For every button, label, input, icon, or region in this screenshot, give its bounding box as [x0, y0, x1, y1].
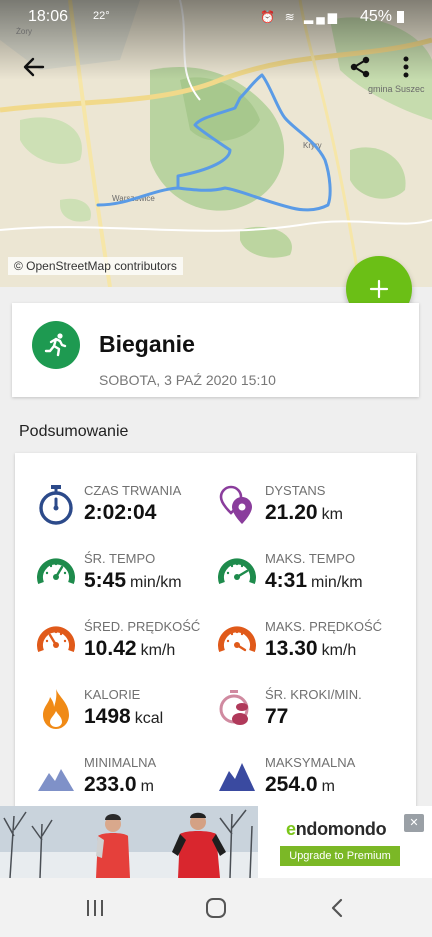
more-vertical-icon	[403, 56, 409, 78]
summary-title: Podsumowanie	[19, 423, 129, 440]
stat-value: 10.42 km/h	[84, 637, 176, 660]
screen: Żory gmina Suszec Kryry Warszowice 18:06…	[0, 0, 432, 937]
ad-runners-image	[0, 806, 258, 878]
nav-back-button[interactable]	[322, 895, 352, 921]
max-speed-gauge-icon	[218, 626, 256, 653]
stat-label: ŚRED. PRĘDKOŚĆ	[84, 619, 201, 634]
stat-value: 21.20 km	[265, 501, 343, 524]
ad-brand-panel: endomondo Upgrade to Premium ✕	[258, 806, 432, 878]
min-altitude-icon	[38, 769, 74, 791]
stat-value: 5:45 min/km	[84, 569, 182, 592]
plus-icon	[369, 279, 389, 299]
upgrade-premium-button[interactable]: Upgrade to Premium	[280, 846, 400, 866]
status-time: 18:06	[28, 8, 69, 25]
status-battery: 45%	[359, 8, 392, 25]
steps-icon	[219, 690, 249, 725]
stat-label: MAKSYMALNA	[265, 755, 356, 770]
stat-max-pace: MAKS. TEMPO 4:31 min/km	[218, 551, 416, 611]
max-altitude-icon	[219, 763, 255, 791]
chevron-left-icon	[331, 898, 343, 918]
stat-value: 77	[265, 705, 289, 728]
share-icon	[350, 56, 370, 78]
stat-max-altitude: MAKSYMALNA 254.0 m	[218, 755, 416, 813]
battery-icon	[397, 11, 404, 23]
stat-cadence: ŚR. KROKI/MIN. 77	[218, 687, 416, 747]
stat-label: ŚR. TEMPO	[84, 551, 156, 566]
activity-card: Bieganie SOBOTA, 3 PAŹ 2020 15:10	[12, 303, 419, 397]
sport-badge	[32, 321, 80, 369]
system-nav-bar	[0, 878, 432, 937]
recent-apps-button[interactable]	[80, 895, 110, 921]
ad-banner[interactable]: endomondo Upgrade to Premium ✕	[0, 806, 432, 878]
home-button[interactable]	[201, 895, 231, 921]
share-button[interactable]	[345, 52, 375, 82]
activity-datetime: SOBOTA, 3 PAŹ 2020 15:10	[99, 372, 276, 388]
route-map[interactable]: Żory gmina Suszec Kryry Warszowice 18:06…	[0, 0, 432, 287]
status-bar: 18:06 22° ⏰ ≋ ▂▄▆ 45%	[0, 0, 432, 34]
max-pace-gauge-icon	[218, 558, 256, 585]
map-background: Żory gmina Suszec Kryry Warszowice	[0, 0, 432, 287]
stat-avg-pace: ŚR. TEMPO 5:45 min/km	[37, 551, 237, 611]
sport-name: Bieganie	[99, 331, 195, 357]
status-temperature: 22°	[93, 10, 110, 22]
stat-label: MINIMALNA	[84, 755, 157, 770]
stat-value: 254.0 m	[265, 773, 335, 796]
stat-distance: DYSTANS 21.20 km	[218, 483, 416, 543]
back-button[interactable]	[19, 52, 49, 82]
stat-avg-speed: ŚRED. PRĘDKOŚĆ 10.42 km/h	[37, 619, 237, 679]
ad-choices-icon[interactable]: ✕	[404, 814, 424, 832]
status-icons: ⏰ ≋ ▂▄▆	[260, 10, 340, 24]
home-icon	[206, 898, 226, 918]
stat-label: ŚR. KROKI/MIN.	[265, 687, 362, 702]
stat-value: 233.0 m	[84, 773, 154, 796]
stat-value: 2:02:04	[84, 501, 157, 524]
stat-value: 13.30 km/h	[265, 637, 357, 660]
avg-pace-gauge-icon	[37, 558, 75, 585]
stat-label: CZAS TRWANIA	[84, 483, 182, 498]
stat-max-speed: MAKS. PRĘDKOŚĆ 13.30 km/h	[218, 619, 416, 679]
map-attribution[interactable]: © OpenStreetMap contributors	[8, 257, 183, 275]
stat-label: KALORIE	[84, 687, 141, 702]
stopwatch-icon	[39, 485, 73, 525]
location-pins-icon	[219, 485, 252, 524]
ad-brand-logo: endomondo	[286, 819, 387, 839]
arrow-left-icon	[23, 57, 45, 77]
stat-label: MAKS. PRĘDKOŚĆ	[265, 619, 383, 634]
flame-icon	[43, 689, 69, 729]
stat-duration: CZAS TRWANIA 2:02:04	[37, 483, 237, 543]
running-person-icon	[44, 333, 67, 357]
stat-label: DYSTANS	[265, 483, 326, 498]
stat-label: MAKS. TEMPO	[265, 551, 356, 566]
stat-calories: KALORIE 1498 kcal	[37, 687, 237, 747]
stat-value: 1498 kcal	[84, 705, 164, 728]
avg-speed-gauge-icon	[37, 626, 75, 653]
stat-min-altitude: MINIMALNA 233.0 m	[37, 755, 237, 813]
summary-card: CZAS TRWANIA 2:02:04 DYSTANS 21.20 km ŚR.…	[15, 453, 416, 813]
more-options-button[interactable]	[391, 52, 421, 82]
stat-value: 4:31 min/km	[265, 569, 363, 592]
place-label-suszec-1: gmina Suszec	[368, 84, 425, 94]
recent-apps-icon	[87, 900, 103, 916]
